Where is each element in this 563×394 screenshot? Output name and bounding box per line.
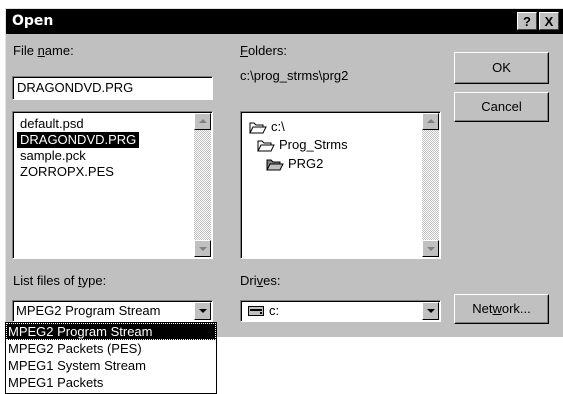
drives-select[interactable]: c: xyxy=(240,300,441,322)
folder-tree[interactable]: c:\ Prog_Strms PRG2 xyxy=(240,111,441,259)
scroll-down-button[interactable] xyxy=(422,240,439,257)
open-folder-icon xyxy=(257,140,275,152)
folder-item[interactable]: Prog_Strms xyxy=(257,136,348,154)
scroll-up-button[interactable] xyxy=(194,113,211,130)
open-folder-icon xyxy=(266,159,284,171)
drives-dropdown-button[interactable] xyxy=(422,302,439,320)
file-type-option[interactable]: MPEG2 Packets (PES) xyxy=(6,340,216,357)
file-type-option[interactable]: MPEG2 Program Stream xyxy=(6,323,216,340)
file-type-label: List files of type: xyxy=(13,273,107,288)
file-type-option[interactable]: MPEG1 Packets xyxy=(6,374,216,391)
cancel-button[interactable]: Cancel xyxy=(454,92,549,122)
window-title: Open xyxy=(12,13,54,29)
list-item[interactable]: ZORROPX.PES xyxy=(17,164,117,180)
folder-tree-scrollbar[interactable] xyxy=(422,113,439,257)
current-path: c:\prog_strms\prg2 xyxy=(240,68,349,83)
scroll-down-button[interactable] xyxy=(194,240,211,257)
chevron-down-icon xyxy=(427,309,435,313)
drives-label: Drives: xyxy=(240,273,281,288)
file-type-select[interactable]: MPEG2 Program Stream xyxy=(12,300,213,322)
help-button[interactable]: ? xyxy=(517,12,537,30)
ok-button[interactable]: OK xyxy=(454,52,549,84)
file-type-option[interactable]: MPEG1 System Stream xyxy=(6,357,216,374)
arrow-up-icon xyxy=(199,119,207,123)
arrow-up-icon xyxy=(427,119,435,123)
open-folder-icon xyxy=(249,122,267,134)
scroll-up-button[interactable] xyxy=(422,113,439,130)
hard-drive-icon xyxy=(248,306,264,316)
open-dialog: Open ? X File name: DRAGONDVD.PRG defaul… xyxy=(5,8,563,337)
close-button[interactable]: X xyxy=(539,12,559,30)
file-name-label: File name: xyxy=(13,43,74,58)
chevron-down-icon xyxy=(199,309,207,313)
file-list-scrollbar[interactable] xyxy=(194,113,211,257)
arrow-down-icon xyxy=(427,247,435,251)
title-bar[interactable]: Open ? X xyxy=(6,9,563,34)
arrow-down-icon xyxy=(199,247,207,251)
file-list[interactable]: default.psd DRAGONDVD.PRG sample.pck ZOR… xyxy=(12,111,213,259)
folder-item[interactable]: c:\ xyxy=(249,118,285,136)
folders-label: Folders: xyxy=(240,43,287,58)
list-item[interactable]: default.psd xyxy=(17,116,87,132)
list-item[interactable]: sample.pck xyxy=(17,148,89,164)
file-type-dropdown-list: MPEG2 Program Stream MPEG2 Packets (PES)… xyxy=(5,322,217,394)
network-button[interactable]: Network... xyxy=(454,294,549,324)
file-type-dropdown-button[interactable] xyxy=(194,302,211,320)
list-item-selected[interactable]: DRAGONDVD.PRG xyxy=(17,132,140,148)
folder-item-current[interactable]: PRG2 xyxy=(266,155,323,173)
file-name-input[interactable]: DRAGONDVD.PRG xyxy=(12,76,213,100)
